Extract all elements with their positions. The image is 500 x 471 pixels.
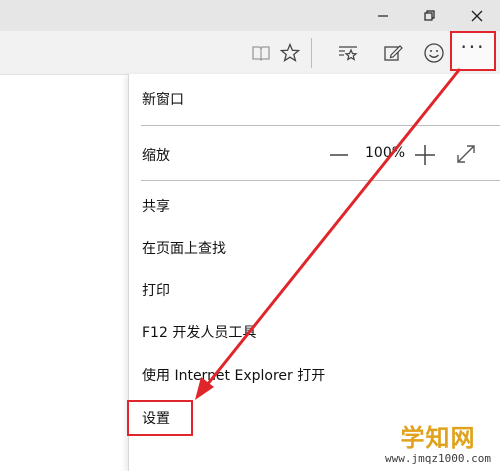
watermark-logo-text: 学知网 bbox=[400, 424, 476, 452]
title-bar bbox=[0, 0, 500, 31]
favorites-button[interactable] bbox=[272, 31, 308, 74]
menu-item-new-window[interactable]: 新窗口 bbox=[129, 80, 500, 118]
settings-highlight-box bbox=[127, 400, 193, 436]
web-note-icon bbox=[384, 44, 403, 61]
full-screen-button[interactable] bbox=[454, 142, 478, 166]
feedback-button[interactable] bbox=[416, 31, 452, 74]
plus-icon bbox=[415, 145, 435, 165]
restore-icon bbox=[424, 9, 435, 21]
more-actions-icon: ··· bbox=[460, 35, 486, 59]
zoom-in-button[interactable] bbox=[412, 142, 438, 168]
reading-view-icon bbox=[252, 45, 270, 61]
minus-icon bbox=[330, 154, 348, 156]
menu-item-label: 在页面上查找 bbox=[142, 241, 226, 257]
minimize-button[interactable] bbox=[360, 0, 406, 31]
menu-item-open-with-ie[interactable]: 使用 Internet Explorer 打开 bbox=[129, 356, 500, 394]
full-screen-icon bbox=[457, 145, 475, 163]
hub-button[interactable] bbox=[330, 31, 366, 74]
favorites-star-icon bbox=[280, 42, 300, 62]
menu-item-dev-tools[interactable]: F12 开发人员工具 bbox=[129, 313, 500, 351]
menu-divider bbox=[141, 180, 500, 181]
menu-item-label: 新窗口 bbox=[142, 92, 184, 108]
menu-item-label: 使用 Internet Explorer 打开 bbox=[142, 368, 326, 384]
menu-item-label: 共享 bbox=[142, 199, 170, 215]
watermark-url: www.jmqz1000.com bbox=[385, 452, 491, 465]
zoom-label: 缩放 bbox=[142, 148, 170, 164]
browser-toolbar bbox=[0, 31, 500, 75]
menu-item-label: F12 开发人员工具 bbox=[142, 325, 257, 341]
toolbar-separator bbox=[311, 38, 312, 68]
web-note-button[interactable] bbox=[375, 31, 411, 74]
menu-item-find-on-page[interactable]: 在页面上查找 bbox=[129, 229, 500, 267]
hub-icon bbox=[339, 45, 358, 61]
browser-window: ··· 新窗口 缩放 100% 共享 在页面上查找 打印 F12 开发人员工具 … bbox=[0, 0, 500, 471]
feedback-smiley-icon bbox=[424, 42, 444, 63]
zoom-row: 缩放 100% bbox=[129, 136, 500, 174]
more-actions-button[interactable]: ··· bbox=[450, 31, 496, 71]
zoom-out-button[interactable] bbox=[327, 144, 351, 166]
menu-item-print[interactable]: 打印 bbox=[129, 271, 500, 309]
menu-divider bbox=[141, 125, 500, 126]
restore-button[interactable] bbox=[407, 0, 453, 31]
minimize-icon bbox=[378, 14, 388, 17]
watermark: 学知网 www.jmqz1000.com bbox=[376, 424, 500, 471]
close-icon bbox=[471, 10, 483, 21]
close-button[interactable] bbox=[454, 0, 500, 31]
menu-item-label: 打印 bbox=[142, 283, 170, 299]
menu-item-share[interactable]: 共享 bbox=[129, 187, 500, 225]
zoom-value: 100% bbox=[365, 145, 406, 161]
